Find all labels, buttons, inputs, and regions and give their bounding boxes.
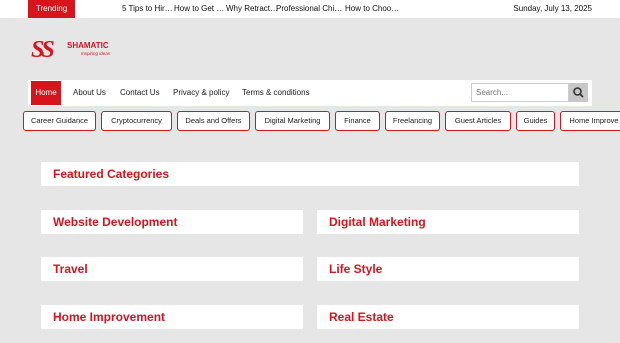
trending-link[interactable]: Professional Chi… bbox=[276, 0, 342, 18]
category-card[interactable]: Life Style bbox=[317, 257, 579, 281]
nav-home[interactable]: Home bbox=[31, 81, 61, 105]
category-card-title: Real Estate bbox=[329, 310, 394, 324]
top-bar: Trending 5 Tips to Hir… How to Get … Why… bbox=[0, 0, 620, 18]
category-card[interactable]: Travel bbox=[41, 257, 303, 281]
category-deals-and-offers[interactable]: Deals and Offers bbox=[177, 111, 250, 131]
category-card[interactable]: Real Estate bbox=[317, 305, 579, 329]
search-input[interactable] bbox=[471, 83, 569, 102]
trending-link[interactable]: 5 Tips to Hir… bbox=[122, 0, 173, 18]
category-guest-articles[interactable]: Guest Articles bbox=[445, 111, 511, 131]
category-card-title: Life Style bbox=[329, 262, 383, 276]
trending-link[interactable]: Why Retract… bbox=[226, 0, 278, 18]
trending-link[interactable]: How to Get … bbox=[174, 0, 224, 18]
site-header: SS SHAMATIC Inspiring ideas bbox=[0, 18, 620, 80]
category-career-guidance[interactable]: Career Guidance bbox=[23, 111, 96, 131]
category-digital-marketing[interactable]: Digital Marketing bbox=[255, 111, 330, 131]
category-card-title: Website Development bbox=[53, 215, 178, 229]
category-card-title: Home Improvement bbox=[53, 310, 166, 324]
logo-name: SHAMATIC bbox=[67, 41, 109, 50]
category-card[interactable]: Home Improvement bbox=[41, 305, 303, 329]
main-nav: Home About Us Contact Us Privacy & polic… bbox=[28, 80, 592, 106]
nav-contact-us[interactable]: Contact Us bbox=[120, 80, 160, 106]
category-finance[interactable]: Finance bbox=[335, 111, 380, 131]
logo-tagline: Inspiring ideas bbox=[81, 51, 111, 56]
current-date: Sunday, July 13, 2025 bbox=[513, 4, 592, 13]
nav-privacy-policy[interactable]: Privacy & policy bbox=[173, 80, 229, 106]
search-icon bbox=[573, 87, 584, 98]
category-home-improvement[interactable]: Home Improve bbox=[560, 111, 620, 131]
logo-mark: SS bbox=[31, 37, 55, 63]
trending-link[interactable]: How to Choo… bbox=[345, 0, 399, 18]
search-button[interactable] bbox=[569, 83, 588, 102]
trending-label: Trending bbox=[28, 0, 75, 18]
section-title: Featured Categories bbox=[53, 167, 170, 181]
featured-categories-header: Featured Categories bbox=[41, 162, 579, 186]
nav-terms-conditions[interactable]: Terms & conditions bbox=[242, 80, 310, 106]
category-freelancing[interactable]: Freelancing bbox=[385, 111, 440, 131]
category-card-title: Digital Marketing bbox=[329, 215, 426, 229]
category-cryptocurrency[interactable]: Cryptocurrency bbox=[101, 111, 172, 131]
category-card[interactable]: Website Development bbox=[41, 210, 303, 234]
category-card-title: Travel bbox=[53, 262, 88, 276]
category-guides[interactable]: Guides bbox=[516, 111, 555, 131]
nav-about-us[interactable]: About Us bbox=[73, 80, 106, 106]
site-logo[interactable]: SS SHAMATIC Inspiring ideas bbox=[31, 37, 113, 63]
category-card[interactable]: Digital Marketing bbox=[317, 210, 579, 234]
